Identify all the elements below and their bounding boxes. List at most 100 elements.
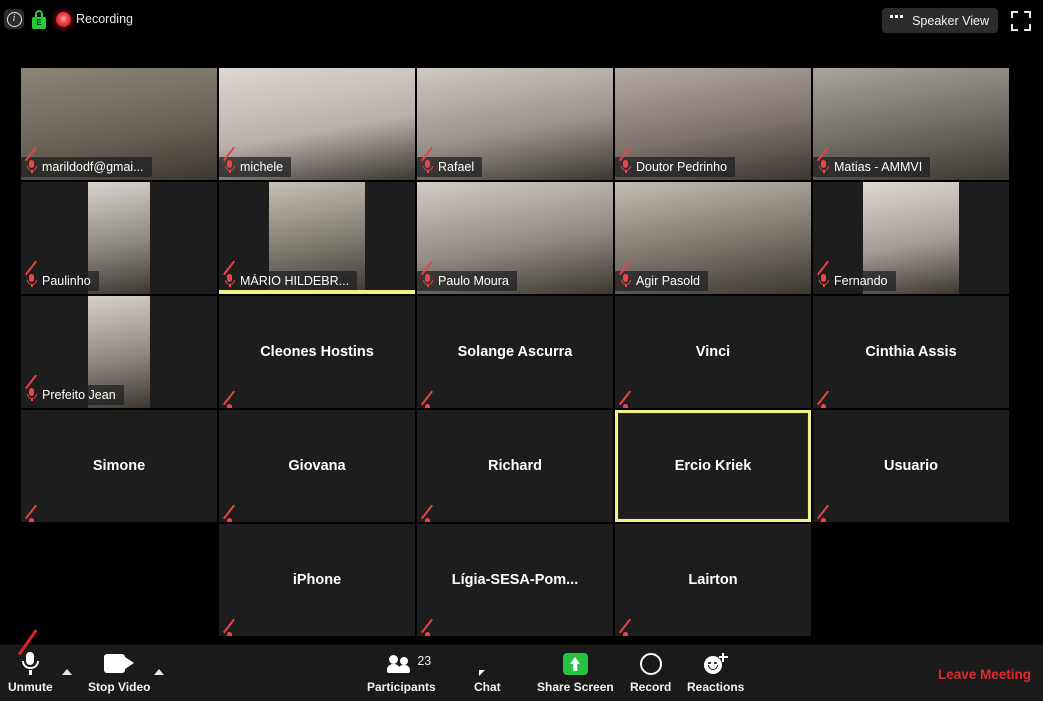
record-button[interactable]: Record	[630, 650, 671, 694]
recording-dot-icon[interactable]	[56, 12, 71, 27]
audio-options-chevron-up-icon[interactable]	[56, 663, 78, 681]
participant-tile[interactable]: iPhone	[219, 524, 415, 636]
participant-row: Simone Giovana Richard Ercio Kriek Usuario	[21, 410, 1009, 522]
participant-row: marildodf@gmai... michele Rafael Doutor Ped…	[21, 68, 1009, 180]
participant-tile[interactable]: Ercio Kriek	[615, 410, 811, 522]
participant-tile[interactable]: Matias - AMMVI	[813, 68, 1009, 180]
participant-name: Lairton	[688, 572, 738, 588]
share-screen-label: Share Screen	[537, 680, 614, 694]
participant-tile[interactable]: Prefeito Jean	[21, 296, 217, 408]
participant-name-bar: Agir Pasold	[615, 260, 708, 291]
participant-tile[interactable]: MÁRIO HILDEBR...	[219, 182, 415, 294]
meeting-controls-toolbar: Unmute Stop Video 23 Participants Chat S…	[0, 628, 1043, 701]
participant-muted-icon	[816, 146, 830, 174]
participant-name: Rafael	[438, 159, 475, 174]
reactions-label: Reactions	[687, 680, 745, 694]
participant-muted-icon	[24, 146, 38, 174]
reactions-button[interactable]: Reactions	[687, 650, 744, 694]
stop-video-button[interactable]: Stop Video	[88, 650, 150, 694]
participant-name: Matias - AMMVI	[834, 159, 923, 174]
speaker-view-button[interactable]: Speaker View	[882, 8, 998, 33]
lock-icon[interactable]: E	[31, 9, 47, 29]
participant-tile[interactable]: Lígia-SESA-Pom...	[417, 524, 613, 636]
participant-tile[interactable]: michele	[219, 68, 415, 180]
info-glyph: i	[6, 11, 22, 27]
participant-name: Paulo Moura	[438, 273, 509, 288]
participant-muted-icon	[816, 260, 830, 288]
participant-tile[interactable]: Fernando	[813, 182, 1009, 294]
participant-grid: marildodf@gmai... michele Rafael Doutor Ped…	[21, 68, 1009, 636]
participant-name: marildodf@gmai...	[42, 159, 144, 174]
participant-row: Prefeito Jean Cleones Hostins Solange Ascu…	[21, 296, 1009, 408]
participant-tile[interactable]: Paulinho	[21, 182, 217, 294]
participant-tile[interactable]: Lairton	[615, 524, 811, 636]
speaker-view-label: Speaker View	[912, 13, 989, 28]
participant-row: iPhone Lígia-SESA-Pom... Lairton	[21, 524, 1009, 636]
participant-muted-icon	[618, 146, 632, 174]
participant-muted-icon	[420, 146, 434, 174]
participant-name-bar: Prefeito Jean	[21, 374, 124, 405]
participant-name-bar: Rafael	[417, 146, 483, 177]
participant-name: Fernando	[834, 273, 888, 288]
participant-muted-icon	[420, 260, 434, 288]
meeting-top-bar: i E Recording Speaker View	[0, 0, 1043, 42]
record-circle-icon	[639, 650, 662, 677]
participant-tile[interactable]: Agir Pasold	[615, 182, 811, 294]
participant-name-bar: Fernando	[813, 260, 896, 291]
participant-name: michele	[240, 159, 284, 174]
participant-muted-icon	[222, 146, 236, 174]
participant-tile[interactable]: Rafael	[417, 68, 613, 180]
participant-name: Paulinho	[42, 273, 91, 288]
participants-label: Participants	[367, 680, 436, 694]
participant-tile[interactable]: Doutor Pedrinho	[615, 68, 811, 180]
empty-tile	[813, 524, 1009, 636]
stop-video-label: Stop Video	[88, 680, 151, 694]
lock-body: E	[32, 17, 46, 29]
participant-tile[interactable]: Solange Ascurra	[417, 296, 613, 408]
participant-name: Cleones Hostins	[260, 344, 374, 360]
participant-name-bar: Paulinho	[21, 260, 99, 291]
chat-button[interactable]: Chat	[474, 650, 501, 694]
leave-meeting-button[interactable]: Leave Meeting	[938, 667, 1031, 682]
participant-name: Lígia-SESA-Pom...	[451, 572, 579, 588]
participant-name-bar: marildodf@gmai...	[21, 146, 152, 177]
participant-tile[interactable]: Cinthia Assis	[813, 296, 1009, 408]
participant-name-bar: Matias - AMMVI	[813, 146, 931, 177]
participant-name: Ercio Kriek	[674, 458, 752, 474]
participants-button[interactable]: 23 Participants	[367, 650, 436, 695]
participant-tile[interactable]: Cleones Hostins	[219, 296, 415, 408]
chat-label: Chat	[474, 680, 501, 694]
participant-name: Richard	[488, 458, 542, 474]
participant-name: Giovana	[288, 458, 346, 474]
participant-tile[interactable]: Vinci	[615, 296, 811, 408]
participant-tile[interactable]: Usuario	[813, 410, 1009, 522]
participant-tile[interactable]: Richard	[417, 410, 613, 522]
participant-tile[interactable]: Simone	[21, 410, 217, 522]
video-options-chevron-up-icon[interactable]	[148, 663, 170, 681]
participant-name: iPhone	[292, 572, 342, 588]
share-screen-button[interactable]: Share Screen	[537, 650, 614, 694]
participant-name: Prefeito Jean	[42, 387, 116, 402]
participant-name: Vinci	[695, 344, 731, 360]
participant-name: Agir Pasold	[636, 273, 700, 288]
camera-icon	[104, 650, 135, 677]
meeting-info-icon[interactable]: i	[4, 9, 24, 29]
record-label: Record	[630, 680, 672, 694]
people-icon: 23	[387, 650, 431, 677]
participant-name: Cinthia Assis	[865, 344, 957, 360]
participant-row: Paulinho MÁRIO HILDEBR... Paulo Moura Agir …	[21, 182, 1009, 294]
lock-shackle	[35, 10, 43, 17]
participant-tile[interactable]: Giovana	[219, 410, 415, 522]
chat-bubble-icon	[476, 650, 498, 677]
participant-name: Usuario	[884, 458, 938, 474]
participant-muted-icon	[222, 260, 236, 288]
recording-label: Recording	[76, 12, 133, 26]
unmute-button[interactable]: Unmute	[8, 628, 53, 694]
participant-tile[interactable]: Paulo Moura	[417, 182, 613, 294]
grid-view-icon	[890, 14, 905, 27]
empty-tile	[21, 524, 217, 636]
participant-tile[interactable]: marildodf@gmai...	[21, 68, 217, 180]
microphone-muted-icon	[18, 628, 40, 677]
participant-name-bar: michele	[219, 146, 292, 177]
fullscreen-icon[interactable]	[1011, 11, 1031, 31]
